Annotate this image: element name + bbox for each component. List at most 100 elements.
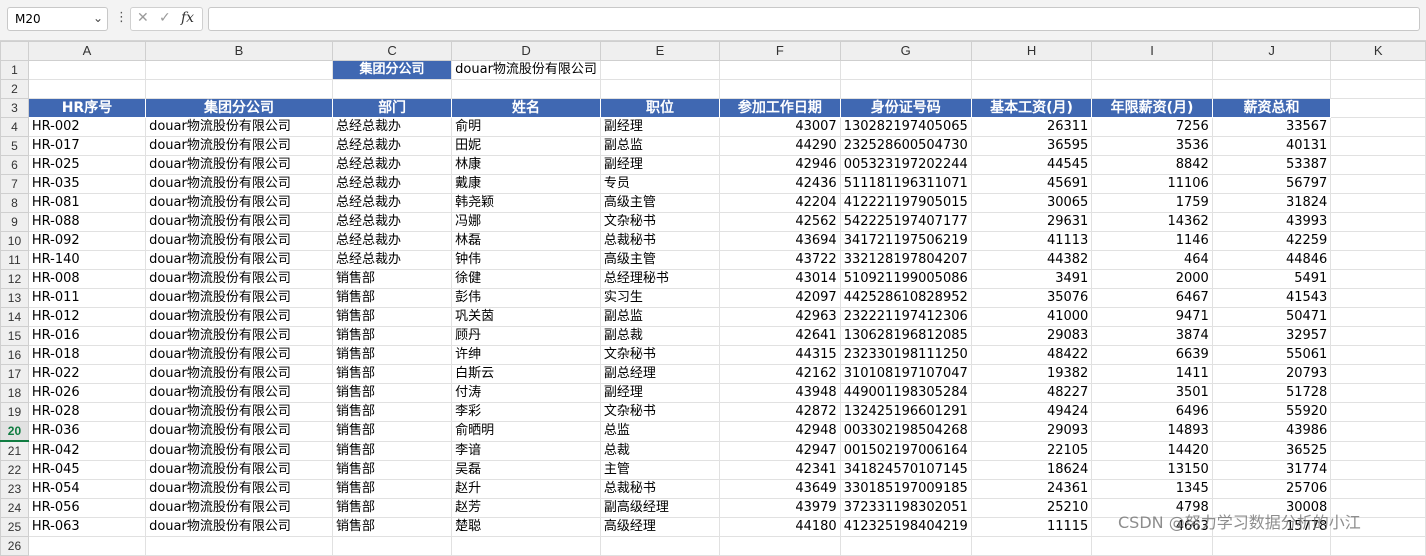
cell[interactable]: 1146	[1091, 231, 1213, 251]
cell[interactable]: 130628196812085	[839, 326, 972, 346]
cell[interactable]: HR-054	[27, 479, 147, 499]
cell[interactable]: HR-088	[27, 212, 147, 232]
cell[interactable]: 8842	[1091, 155, 1213, 175]
cell[interactable]	[1330, 79, 1426, 99]
cell[interactable]: 总经总裁办	[331, 155, 453, 175]
cell[interactable]: 42097	[719, 288, 841, 308]
confirm-icon[interactable]: ✓	[159, 10, 171, 26]
cell[interactable]: HR-035	[27, 174, 147, 194]
cell[interactable]: 顾丹	[451, 326, 601, 346]
cell[interactable]: 戴康	[451, 174, 601, 194]
row-header[interactable]: 10	[0, 231, 29, 251]
cell[interactable]: 32957	[1211, 326, 1332, 346]
cell[interactable]: 44180	[719, 517, 841, 537]
cell[interactable]: 44382	[970, 250, 1093, 270]
row-header[interactable]: 14	[0, 307, 29, 327]
cell[interactable]: 44545	[970, 155, 1093, 175]
cell[interactable]	[1330, 402, 1426, 422]
row-header[interactable]: 18	[0, 383, 29, 403]
cell[interactable]: 40131	[1211, 136, 1332, 156]
cell[interactable]: 330185197009185	[839, 479, 972, 499]
row-header[interactable]: 9	[0, 212, 29, 232]
cell[interactable]: 李谙	[451, 440, 601, 461]
table-header-cell[interactable]: 基本工资(月)	[970, 98, 1093, 118]
cell[interactable]	[1330, 345, 1426, 365]
cell[interactable]	[599, 79, 721, 99]
column-header-c[interactable]: C	[331, 41, 453, 61]
cell[interactable]: 1759	[1091, 193, 1213, 213]
cell[interactable]: 钟伟	[451, 250, 601, 270]
cell[interactable]: 310108197107047	[839, 364, 972, 384]
column-header-f[interactable]: F	[719, 41, 841, 61]
cell[interactable]: 2000	[1091, 269, 1213, 289]
cell[interactable]: 44290	[719, 136, 841, 156]
cell[interactable]: 销售部	[331, 460, 453, 480]
select-all-corner[interactable]	[0, 41, 29, 61]
cell[interactable]: 43649	[719, 479, 841, 499]
cell[interactable]: 彭伟	[451, 288, 601, 308]
cell[interactable]: douar物流股份有限公司	[145, 250, 333, 270]
column-header-g[interactable]: G	[839, 41, 972, 61]
cell[interactable]: 付涛	[451, 383, 601, 403]
cell[interactable]: 341824570107145	[839, 460, 972, 480]
cell[interactable]: 专员	[599, 174, 721, 194]
cell[interactable]: 42162	[719, 364, 841, 384]
row-header[interactable]: 24	[0, 498, 29, 518]
table-header-cell[interactable]: 集团分公司	[145, 98, 333, 118]
cell[interactable]: HR-011	[27, 288, 147, 308]
cell[interactable]: 总经总裁办	[331, 231, 453, 251]
table-header-cell[interactable]: 部门	[331, 98, 453, 118]
cell[interactable]: 高级经理	[599, 517, 721, 537]
cell[interactable]	[1330, 421, 1426, 442]
cell[interactable]: 总经总裁办	[331, 117, 453, 137]
column-header-b[interactable]: B	[145, 41, 333, 61]
cell[interactable]	[1211, 536, 1332, 556]
row-header[interactable]: 21	[0, 440, 29, 461]
cell[interactable]: 464	[1091, 250, 1213, 270]
cell[interactable]: douar物流股份有限公司	[145, 383, 333, 403]
row-header[interactable]: 8	[0, 193, 29, 213]
cell[interactable]	[1330, 212, 1426, 232]
cell[interactable]	[1330, 479, 1426, 499]
cell[interactable]: 48227	[970, 383, 1093, 403]
cell[interactable]: 232221197412306	[839, 307, 972, 327]
cell[interactable]: douar物流股份有限公司	[145, 117, 333, 137]
cell[interactable]: 白斯云	[451, 364, 601, 384]
cell[interactable]	[1330, 193, 1426, 213]
cell[interactable]: douar物流股份有限公司	[145, 517, 333, 537]
column-header-j[interactable]: J	[1211, 41, 1332, 61]
cell[interactable]: 14420	[1091, 440, 1213, 461]
cell[interactable]: 42259	[1211, 231, 1332, 251]
column-header-a[interactable]: A	[27, 41, 147, 61]
cell[interactable]: 232528600504730	[839, 136, 972, 156]
cell[interactable]	[1330, 536, 1426, 556]
row-header[interactable]: 3	[0, 98, 29, 118]
cell[interactable]: 销售部	[331, 307, 453, 327]
cell[interactable]	[451, 536, 601, 556]
cell[interactable]: 副经理	[599, 117, 721, 137]
cell[interactable]: 副总监	[599, 307, 721, 327]
cell[interactable]: 24361	[970, 479, 1093, 499]
cell[interactable]: 43979	[719, 498, 841, 518]
cell[interactable]: 俞明	[451, 117, 601, 137]
cell[interactable]	[1330, 326, 1426, 346]
cell[interactable]	[1330, 307, 1426, 327]
cell[interactable]: 赵升	[451, 479, 601, 499]
cell[interactable]: 徐健	[451, 269, 601, 289]
cell[interactable]: 332128197804207	[839, 250, 972, 270]
cell[interactable]	[27, 60, 147, 80]
cell[interactable]: HR-056	[27, 498, 147, 518]
cell[interactable]: 341721197506219	[839, 231, 972, 251]
cell[interactable]: HR-026	[27, 383, 147, 403]
cell[interactable]: 销售部	[331, 402, 453, 422]
row-header[interactable]: 16	[0, 345, 29, 365]
column-header-e[interactable]: E	[599, 41, 721, 61]
row-header[interactable]: 5	[0, 136, 29, 156]
cell[interactable]: 33567	[1211, 117, 1332, 137]
row-header[interactable]: 11	[0, 250, 29, 270]
cell[interactable]: 53387	[1211, 155, 1332, 175]
cell[interactable]: 11106	[1091, 174, 1213, 194]
cell[interactable]: HR-016	[27, 326, 147, 346]
row-header[interactable]: 1	[0, 60, 29, 80]
cell[interactable]: 1411	[1091, 364, 1213, 384]
